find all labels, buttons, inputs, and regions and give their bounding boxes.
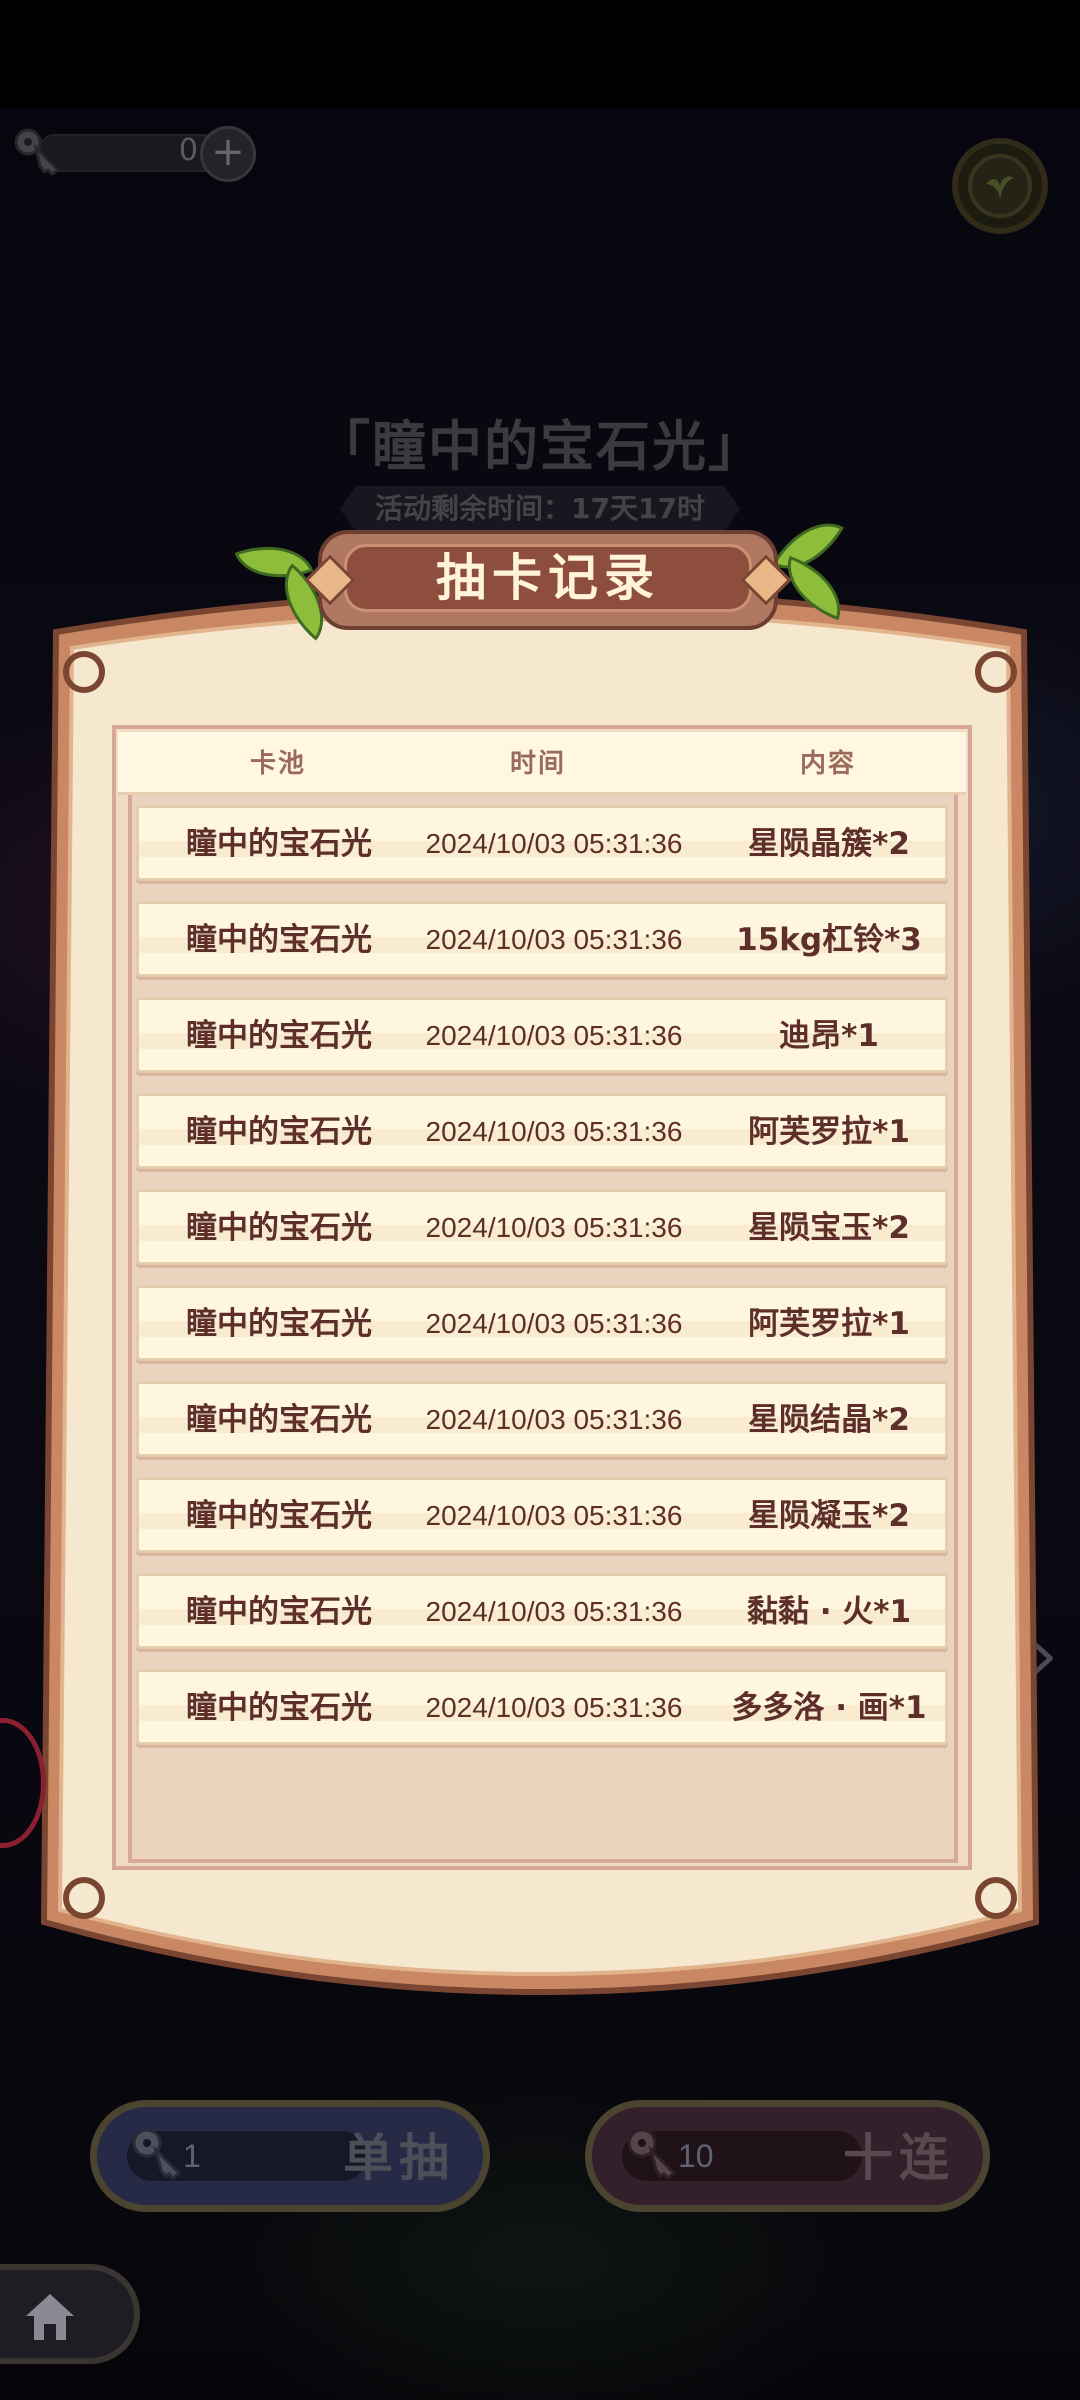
record-pool: 瞳中的宝石光 (186, 826, 372, 862)
record-content: 15kg杠铃*3 (736, 922, 922, 958)
record-time: 2024/10/03 05:31:36 (425, 1308, 683, 1339)
record-row: 瞳中的宝石光 2024/10/03 05:31:36 迪昂*1 (136, 997, 948, 1073)
record-time: 2024/10/03 05:31:36 (425, 1020, 683, 1051)
record-row: 瞳中的宝石光 2024/10/03 05:31:36 星陨结晶*2 (136, 1381, 948, 1457)
status-bar (0, 0, 1080, 108)
record-pool: 瞳中的宝石光 (186, 1306, 372, 1342)
record-time: 2024/10/03 05:31:36 (425, 1596, 683, 1627)
record-content: 星陨凝玉*2 (748, 1498, 910, 1534)
column-header-content: 内容 (799, 749, 856, 779)
record-content: 迪昂*1 (779, 1018, 879, 1054)
record-time: 2024/10/03 05:31:36 (425, 924, 683, 955)
ten-draw-button[interactable]: 10 十连 (585, 2100, 990, 2212)
record-row: 瞳中的宝石光 2024/10/03 05:31:36 多多洛 · 画*1 (136, 1669, 948, 1745)
single-draw-button[interactable]: 1 单抽 (90, 2100, 490, 2212)
record-pool: 瞳中的宝石光 (186, 1594, 372, 1630)
chevron-right-icon: › (1030, 1614, 1058, 1696)
ten-draw-label: 十连 (843, 2129, 955, 2187)
record-time: 2024/10/03 05:31:36 (425, 1500, 683, 1531)
record-pool: 瞳中的宝石光 (186, 1402, 372, 1438)
record-row: 瞳中的宝石光 2024/10/03 05:31:36 15kg杠铃*3 (136, 901, 948, 977)
record-row: 瞳中的宝石光 2024/10/03 05:31:36 星陨宝玉*2 (136, 1189, 948, 1265)
record-content: 星陨宝玉*2 (748, 1210, 910, 1246)
dialog-title-plate: 抽卡记录 (304, 530, 792, 630)
record-row: 瞳中的宝石光 2024/10/03 05:31:36 黏黏 · 火*1 (136, 1573, 948, 1649)
record-content: 星陨晶簇*2 (748, 826, 910, 862)
record-row: 瞳中的宝石光 2024/10/03 05:31:36 阿芙罗拉*1 (136, 1285, 948, 1361)
record-time: 2024/10/03 05:31:36 (425, 1404, 683, 1435)
record-pool: 瞳中的宝石光 (186, 1690, 372, 1726)
single-draw-cost: 1 (183, 2138, 201, 2174)
record-content: 星陨结晶*2 (748, 1402, 910, 1438)
record-pool: 瞳中的宝石光 (186, 1114, 372, 1150)
table-header: 卡池 时间 内容 (118, 732, 966, 795)
record-time: 2024/10/03 05:31:36 (425, 1212, 683, 1243)
record-pool: 瞳中的宝石光 (186, 1018, 372, 1054)
record-pool: 瞳中的宝石光 (186, 1498, 372, 1534)
record-pool: 瞳中的宝石光 (186, 922, 372, 958)
record-row: 瞳中的宝石光 2024/10/03 05:31:36 星陨凝玉*2 (136, 1477, 948, 1553)
dialog-title: 抽卡记录 (436, 549, 660, 607)
record-content: 阿芙罗拉*1 (748, 1114, 910, 1150)
key-icon (627, 2128, 677, 2181)
record-time: 2024/10/03 05:31:36 (425, 828, 683, 859)
record-content: 黏黏 · 火*1 (746, 1594, 912, 1630)
single-draw-label: 单抽 (343, 2129, 455, 2187)
home-button[interactable] (0, 2264, 140, 2364)
record-row: 瞳中的宝石光 2024/10/03 05:31:36 阿芙罗拉*1 (136, 1093, 948, 1169)
ten-draw-cost: 10 (678, 2138, 714, 2174)
column-header-time: 时间 (509, 749, 566, 779)
record-row: 瞳中的宝石光 2024/10/03 05:31:36 星陨晶簇*2 (136, 805, 948, 881)
record-pool: 瞳中的宝石光 (186, 1210, 372, 1246)
record-content: 阿芙罗拉*1 (748, 1306, 910, 1342)
home-icon (26, 2294, 74, 2340)
record-time: 2024/10/03 05:31:36 (425, 1692, 683, 1723)
record-time: 2024/10/03 05:31:36 (425, 1116, 683, 1147)
record-content: 多多洛 · 画*1 (731, 1690, 927, 1726)
key-icon (132, 2128, 182, 2181)
